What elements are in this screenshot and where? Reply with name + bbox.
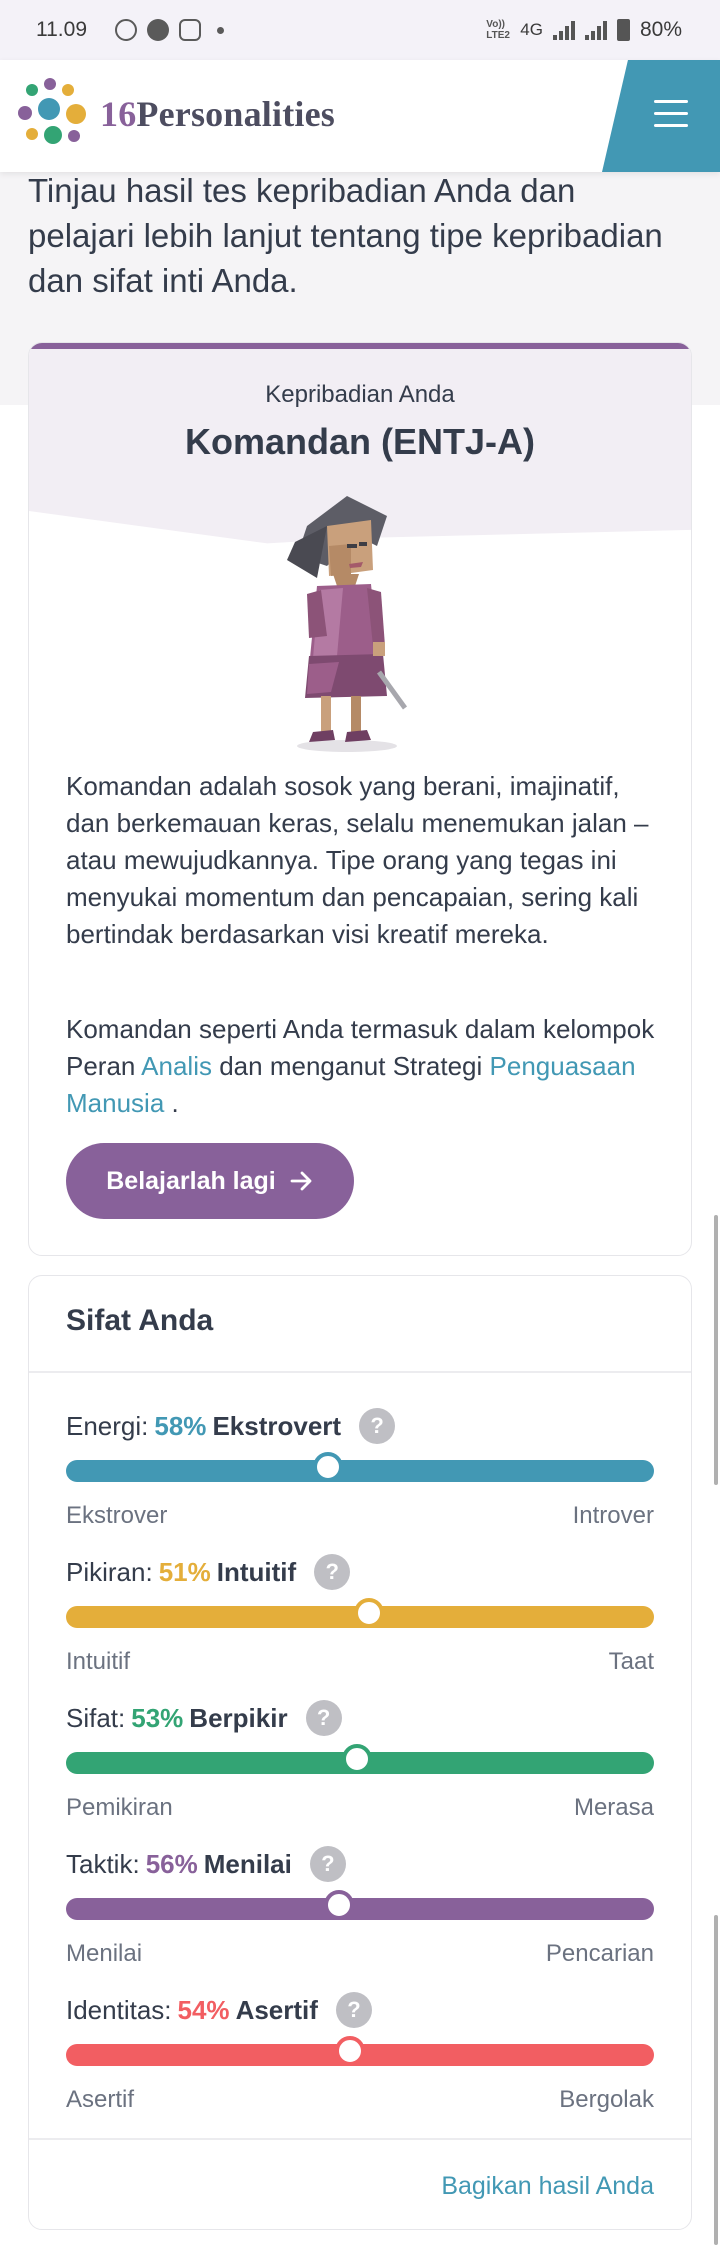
personality-description: Komandan adalah sosok yang berani, imaji… — [66, 771, 649, 949]
trait-label: Energi: — [66, 1410, 149, 1441]
help-icon[interactable]: ? — [309, 1846, 346, 1882]
role-text-2: dan menganut Strategi — [212, 1051, 490, 1081]
logo-wordmark: 16Personalities — [100, 93, 335, 135]
trait-slider-knob[interactable] — [313, 1452, 343, 1482]
trait-percent: 56% — [145, 1848, 198, 1879]
trait-percent: 58% — [154, 1410, 207, 1441]
logo-number: 16 — [100, 94, 137, 134]
battery-level: 80% — [639, 18, 682, 41]
help-icon[interactable]: ? — [335, 1992, 372, 2028]
site-header: 16Personalities — [0, 60, 720, 172]
trait-right-pole: Introver — [572, 1502, 654, 1529]
hamburger-menu-icon[interactable] — [654, 100, 688, 130]
signal-2-icon — [584, 20, 607, 40]
help-icon[interactable]: ? — [359, 1408, 396, 1444]
trait-left-pole: Ekstrover — [66, 1502, 168, 1529]
trait-right-pole: Merasa — [573, 1794, 654, 1821]
help-icon[interactable]: ? — [305, 1700, 342, 1736]
learn-more-label: Belajarlah lagi — [106, 1166, 276, 1195]
notification-dot-icon — [217, 26, 224, 34]
trait-identity: Identitas: 54% Asertif? Asertif Bergolak — [66, 1990, 654, 2120]
trait-mind: Pikiran: 51% Intuitif? Intuitif Taat — [66, 1552, 654, 1682]
trait-label: Sifat: — [66, 1702, 126, 1733]
traits-card: Sifat Anda Energi: 58% Ekstrovert? Ekstrove… — [28, 1275, 692, 2230]
whatsapp-icon — [115, 19, 137, 41]
trait-right-pole: Bergolak — [559, 2086, 654, 2113]
trait-name: Ekstrovert — [212, 1410, 342, 1441]
volte-indicator: Vo)) LTE2 — [486, 19, 510, 41]
arrow-right-icon — [290, 1171, 312, 1191]
commander-avatar-illustration — [287, 496, 408, 752]
trait-name: Intuitif — [216, 1556, 297, 1587]
scrollbar[interactable] — [714, 1215, 718, 1485]
trait-left-pole: Pemikiran — [66, 1794, 173, 1821]
trait-name: Berpikir — [189, 1702, 288, 1733]
logo-mark-icon — [18, 78, 90, 150]
trait-slider-knob[interactable] — [354, 1598, 384, 1628]
trait-right-pole: Pencarian — [545, 1940, 654, 1967]
status-bar: 11.09 Vo)) LTE2 4G 80% — [0, 0, 720, 60]
intro-text: Tinjau hasil tes kepribadian Anda dan pe… — [28, 172, 663, 299]
status-time: 11.09 — [36, 18, 87, 41]
trait-bar — [66, 1460, 654, 1482]
trait-header: Sifat: 53% Berpikir? — [66, 1698, 342, 1738]
trait-percent: 53% — [131, 1702, 184, 1733]
trait-left-pole: Intuitif — [66, 1648, 131, 1675]
divider — [29, 2138, 691, 2140]
learn-more-button[interactable]: Belajarlah lagi — [66, 1143, 354, 1219]
trait-percent: 51% — [158, 1556, 211, 1587]
scrollbar-lower[interactable] — [714, 1915, 718, 2245]
network-type: 4G — [520, 20, 543, 39]
role-link-analis[interactable]: Analis — [141, 1051, 212, 1081]
share-results-link[interactable]: Bagikan hasil Anda — [441, 2172, 654, 2201]
trait-name: Asertif — [235, 1994, 318, 2025]
site-logo[interactable]: 16Personalities — [18, 78, 335, 150]
trait-header: Taktik: 56% Menilai? — [66, 1844, 346, 1884]
compass-icon — [147, 19, 169, 41]
logo-text: Personalities — [136, 94, 335, 134]
role-description: Komandan seperti Anda termasuk dalam kel… — [66, 1011, 666, 1122]
trait-header: Identitas: 54% Asertif? — [66, 1990, 372, 2030]
trait-header: Energi: 58% Ekstrovert? — [66, 1406, 396, 1446]
trait-nature: Sifat: 53% Berpikir? Pemikiran Merasa — [66, 1698, 654, 1828]
instagram-icon — [179, 19, 201, 41]
help-icon[interactable]: ? — [314, 1554, 351, 1590]
signal-icon — [552, 20, 575, 40]
trait-slider-knob[interactable] — [335, 2036, 365, 2066]
personality-card: Kepribadian Anda Komandan (ENTJ-A) Koman… — [28, 342, 692, 1256]
trait-tactics: Taktik: 56% Menilai? Menilai Pencarian — [66, 1844, 654, 1974]
personality-title: Komandan (ENTJ-A) — [185, 421, 535, 462]
trait-name: Menilai — [203, 1848, 292, 1879]
trait-percent: 54% — [177, 1994, 230, 2025]
battery-icon — [616, 19, 630, 41]
role-text-3: . — [164, 1088, 179, 1118]
trait-bar — [66, 1898, 654, 1920]
card-accent — [29, 343, 691, 349]
personality-label: Kepribadian Anda — [265, 381, 455, 408]
trait-header: Pikiran: 51% Intuitif? — [66, 1552, 351, 1592]
trait-energy: Energi: 58% Ekstrovert? Ekstrover Introver — [66, 1406, 654, 1536]
traits-title: Sifat Anda — [66, 1304, 214, 1337]
trait-slider-knob[interactable] — [342, 1744, 372, 1774]
trait-label: Identitas: — [66, 1994, 172, 2025]
trait-slider-knob[interactable] — [324, 1890, 354, 1920]
trait-left-pole: Menilai — [66, 1940, 143, 1967]
trait-label: Taktik: — [66, 1848, 140, 1879]
trait-right-pole: Taat — [608, 1648, 654, 1675]
trait-left-pole: Asertif — [66, 2086, 135, 2113]
divider — [29, 1371, 691, 1373]
trait-label: Pikiran: — [66, 1556, 153, 1587]
